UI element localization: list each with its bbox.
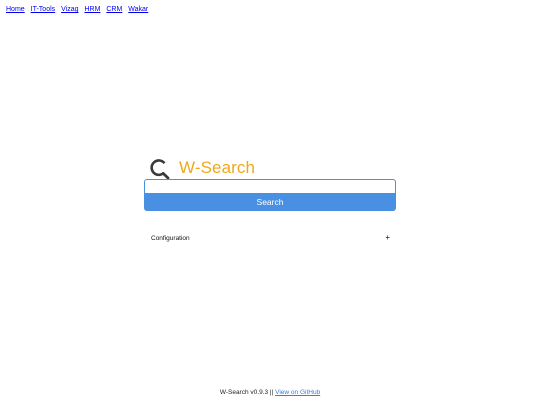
nav-link-home[interactable]: Home: [6, 6, 25, 13]
github-link[interactable]: View on GitHub: [275, 389, 320, 396]
configuration-label: Configuration: [151, 234, 190, 242]
nav-link-hrm[interactable]: HRM: [84, 6, 100, 13]
footer: W-Search v0.9.3 || View on GitHub: [0, 389, 540, 396]
search-button[interactable]: Search: [144, 194, 396, 211]
nav-link-it-tools[interactable]: IT-Tools: [31, 6, 56, 13]
configuration-toggle-row[interactable]: Configuration +: [151, 233, 390, 243]
search-form: Search: [144, 179, 396, 211]
footer-separator: ||: [269, 389, 274, 396]
page: Home IT-Tools Vizag HRM CRM Wakar W-Sear…: [0, 0, 540, 405]
logo: W-Search: [148, 156, 255, 180]
search-input[interactable]: [144, 179, 396, 194]
logo-text: W-Search: [179, 158, 256, 177]
top-nav: Home IT-Tools Vizag HRM CRM Wakar: [6, 5, 152, 14]
nav-link-crm[interactable]: CRM: [106, 6, 122, 13]
expand-plus-icon[interactable]: +: [385, 234, 390, 242]
footer-version: W-Search v0.9.3: [219, 389, 269, 396]
nav-link-vizag[interactable]: Vizag: [61, 6, 78, 13]
search-icon: [150, 159, 170, 179]
nav-link-wakar[interactable]: Wakar: [128, 6, 148, 13]
